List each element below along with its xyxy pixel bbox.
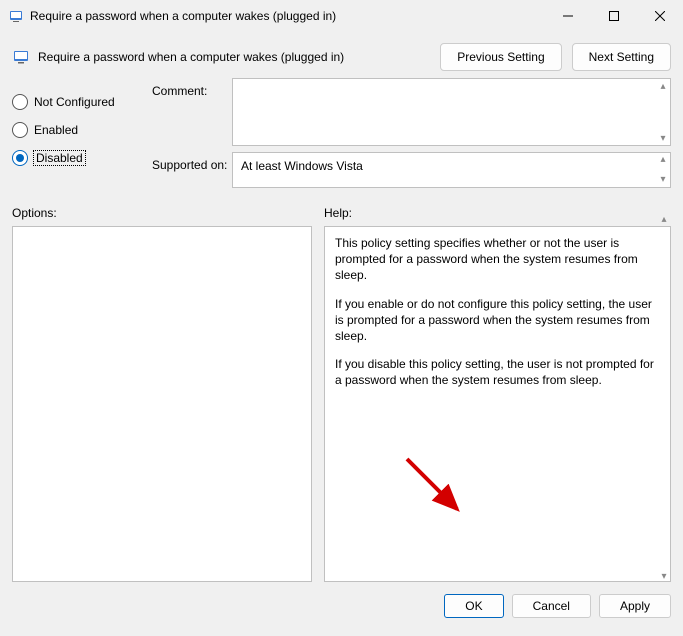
supported-on-label: Supported on: xyxy=(152,152,232,188)
policy-icon xyxy=(12,47,32,67)
minimize-button[interactable] xyxy=(545,0,591,32)
comment-textarea[interactable]: ▴ ▾ xyxy=(232,78,671,146)
app-icon xyxy=(8,8,24,24)
help-paragraph: If you disable this policy setting, the … xyxy=(335,356,660,388)
maximize-button[interactable] xyxy=(591,0,637,32)
help-label: Help: xyxy=(324,206,671,220)
radio-disabled[interactable]: Disabled xyxy=(12,144,152,172)
comment-label: Comment: xyxy=(152,78,232,146)
scroll-down-icon[interactable]: ▾ xyxy=(659,571,669,582)
window-title: Require a password when a computer wakes… xyxy=(30,9,545,23)
policy-title: Require a password when a computer wakes… xyxy=(38,50,430,64)
help-box: This policy setting specifies whether or… xyxy=(324,226,671,582)
cancel-button[interactable]: Cancel xyxy=(512,594,591,618)
supported-on-field: At least Windows Vista ▴ ▾ xyxy=(232,152,671,188)
options-box xyxy=(12,226,312,582)
next-setting-button[interactable]: Next Setting xyxy=(572,43,671,71)
radio-icon xyxy=(12,122,28,138)
scroll-down-icon[interactable]: ▾ xyxy=(658,133,668,143)
radio-not-configured[interactable]: Not Configured xyxy=(12,88,152,116)
options-label: Options: xyxy=(12,206,312,220)
radio-icon xyxy=(12,150,28,166)
previous-setting-button[interactable]: Previous Setting xyxy=(440,43,561,71)
help-paragraph: If you enable or do not configure this p… xyxy=(335,296,660,345)
scroll-down-icon[interactable]: ▾ xyxy=(658,175,668,185)
scroll-up-icon[interactable]: ▴ xyxy=(659,214,669,225)
supported-on-value: At least Windows Vista xyxy=(241,159,363,173)
close-button[interactable] xyxy=(637,0,683,32)
radio-enabled[interactable]: Enabled xyxy=(12,116,152,144)
help-paragraph: This policy setting specifies whether or… xyxy=(335,235,660,284)
scroll-up-icon[interactable]: ▴ xyxy=(658,155,668,165)
title-bar: Require a password when a computer wakes… xyxy=(0,0,683,32)
apply-button[interactable]: Apply xyxy=(599,594,671,618)
scroll-up-icon[interactable]: ▴ xyxy=(658,81,668,91)
ok-button[interactable]: OK xyxy=(444,594,503,618)
radio-icon xyxy=(12,94,28,110)
